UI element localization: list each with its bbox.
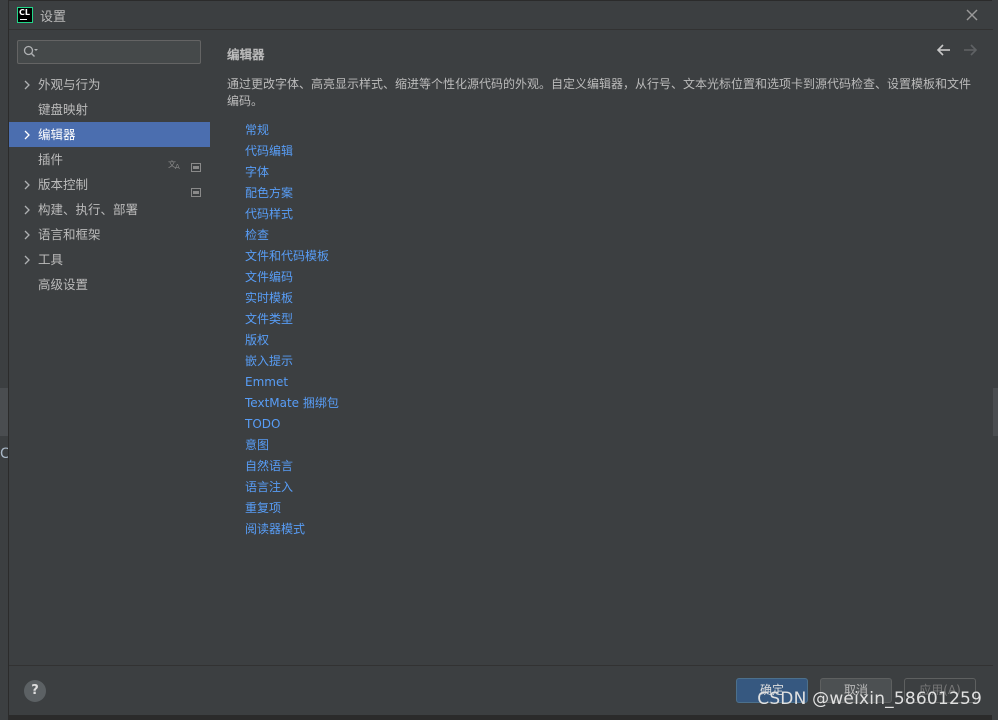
link-intentions[interactable]: 意图 [245,435,339,456]
chevron-right-icon[interactable] [23,222,33,247]
link-emmet[interactable]: Emmet [245,372,339,393]
close-icon [966,9,978,21]
chevron-right-icon[interactable] [23,247,33,272]
title-bar: CL 设置 [9,1,993,30]
link-color-scheme[interactable]: 配色方案 [245,183,339,204]
chevron-right-icon[interactable] [23,122,33,147]
sidebar-item-label: 高级设置 [38,277,89,292]
svg-text:A: A [175,163,180,170]
sidebar-item-build-execution-deployment[interactable]: 构建、执行、部署 [9,197,210,222]
backdrop-strip [0,388,8,436]
chevron-right-icon[interactable] [23,197,33,222]
page-title: 编辑器 [227,47,265,62]
sidebar-item-label: 语言和框架 [38,227,101,242]
watermark: CSDN @weixin_58601259 [757,689,982,709]
search-input[interactable] [17,40,201,64]
sidebar-item-label: 工具 [38,252,64,267]
link-file-code-templates[interactable]: 文件和代码模板 [245,246,339,267]
sidebar-item-label: 插件 [38,152,64,167]
link-code-editing[interactable]: 代码编辑 [245,141,339,162]
link-live-templates[interactable]: 实时模板 [245,288,339,309]
back-button[interactable] [935,41,953,59]
help-button[interactable]: ? [24,680,46,702]
sidebar-item-label: 版本控制 [38,177,89,192]
link-duplicates[interactable]: 重复项 [245,498,339,519]
arrow-left-icon [936,44,950,56]
link-reader-mode[interactable]: 阅读器模式 [245,519,339,540]
clion-app-icon: CL [17,7,33,23]
close-button[interactable] [963,6,981,24]
page-description: 通过更改字体、高亮显示样式、缩进等个性化源代码的外观。自定义编辑器，从行号、文本… [227,77,972,108]
search-icon [23,45,38,59]
link-font[interactable]: 字体 [245,162,339,183]
sidebar-item-keymap[interactable]: 键盘映射 [9,97,210,122]
settings-sidebar: 外观与行为 键盘映射 编辑器 插件 文 A 版本控制 构建、执行、部署 语言和框… [9,30,210,665]
chevron-right-icon[interactable] [23,172,33,197]
translate-icon: 文 A [168,153,182,171]
settings-tree: 外观与行为 键盘映射 编辑器 插件 文 A 版本控制 构建、执行、部署 语言和框… [9,72,210,297]
window-title: 设置 [40,9,67,25]
link-file-types[interactable]: 文件类型 [245,309,339,330]
backdrop-left-edge: C [0,0,10,720]
link-todo[interactable]: TODO [245,414,339,435]
link-general[interactable]: 常规 [245,120,339,141]
sidebar-item-tools[interactable]: 工具 [9,247,210,272]
sidebar-item-label: 编辑器 [38,127,76,142]
link-inlay-hints[interactable]: 嵌入提示 [245,351,339,372]
link-textmate-bundles[interactable]: TextMate 捆绑包 [245,393,339,414]
editor-subpage-links: 常规 代码编辑 字体 配色方案 代码样式 检查 文件和代码模板 文件编码 实时模… [245,120,339,540]
arrow-right-icon [964,44,978,56]
settings-dialog: CL 设置 外观与行为 键盘映射 编辑器 插件 文 A 版本控制 构建、执行、部… [8,0,993,715]
chevron-right-icon[interactable] [23,72,33,97]
settings-content: 编辑器 通过更改字体、高亮显示样式、缩进等个性化源代码的外观。自定义编辑器，从行… [210,30,993,665]
sidebar-item-label: 外观与行为 [38,77,101,92]
sidebar-item-appearance-behavior[interactable]: 外观与行为 [9,72,210,97]
link-language-injections[interactable]: 语言注入 [245,477,339,498]
sidebar-item-advanced-settings[interactable]: 高级设置 [9,272,210,297]
sidebar-item-version-control[interactable]: 版本控制 [9,172,210,197]
sidebar-item-editor[interactable]: 编辑器 [9,122,210,147]
link-inspections[interactable]: 检查 [245,225,339,246]
sidebar-item-plugins[interactable]: 插件 文 A [9,147,210,172]
sidebar-item-label: 键盘映射 [38,102,89,117]
link-natural-languages[interactable]: 自然语言 [245,456,339,477]
link-file-encodings[interactable]: 文件编码 [245,267,339,288]
project-settings-icon [191,180,201,197]
project-settings-icon [191,155,201,172]
forward-button[interactable] [961,41,979,59]
link-copyright[interactable]: 版权 [245,330,339,351]
sidebar-item-label: 构建、执行、部署 [38,202,139,217]
sidebar-item-languages-frameworks[interactable]: 语言和框架 [9,222,210,247]
link-code-style[interactable]: 代码样式 [245,204,339,225]
